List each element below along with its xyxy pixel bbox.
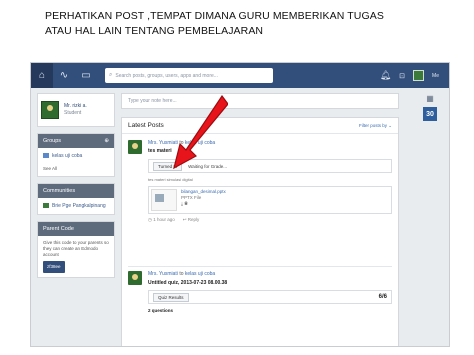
parent-code-text: Give this code to your parents so they c… <box>43 240 109 257</box>
backpack-icon[interactable]: ▭ <box>75 63 97 88</box>
communities-panel: Communities Brie Pge Pangkalpinang <box>37 183 115 215</box>
slide-title: PERHATIKAN POST ,TEMPAT DIMANA GURU MEMB… <box>45 9 384 39</box>
user-menu-label[interactable]: Me <box>432 73 439 79</box>
slide-title-line2: ATAU HAL LAIN TENTANG PEMBELAJARAN <box>45 25 264 37</box>
latest-posts-panel: Latest Posts Filter posts by ⌄ Mrs. Yusm… <box>121 117 399 346</box>
calendar-icon[interactable]: 30 <box>423 107 437 121</box>
community-icon <box>43 203 49 209</box>
attachment[interactable]: bilangan_desimal.pptx PPTX File ⤓ ◉ <box>148 186 392 214</box>
post-note: tes materi simulasi digital <box>148 177 193 182</box>
parent-code-value: zf38ee <box>43 261 65 273</box>
home-icon[interactable]: ⌂ <box>31 63 53 88</box>
profile-name[interactable]: Mr. rizki a. <box>64 103 87 110</box>
quiz-score: 6/6 <box>378 294 387 300</box>
profile-avatar <box>41 101 59 119</box>
post-author[interactable]: Mrs. Yusmiati <box>148 271 178 277</box>
grid-icon[interactable]: ▦ <box>423 93 437 103</box>
groups-header: Groups <box>43 138 62 144</box>
clock-icon: ◷ 1 hour ago <box>148 217 175 222</box>
left-sidebar: Mr. rizki a. Student Groups ⊕ kelas uji c… <box>37 93 115 284</box>
parent-code-panel: Parent Code Give this code to your paren… <box>37 221 115 278</box>
top-navigation-bar: ⌂ ∿ ▭ ⌕ Search posts, groups, users, app… <box>31 63 449 88</box>
compose-note-input[interactable]: Type your note here... <box>121 93 399 109</box>
reply-link[interactable]: ↩ Reply <box>183 217 200 223</box>
right-rail: ▦ 30 <box>423 93 437 121</box>
edmodo-window: ⌂ ∿ ▭ ⌕ Search posts, groups, users, app… <box>30 62 450 347</box>
quiz-result-bar: Quiz Results 6/6 <box>148 290 392 304</box>
add-group-icon[interactable]: ⊕ <box>104 138 109 144</box>
quiz-results-button[interactable]: Quiz Results <box>153 292 189 302</box>
profile-card[interactable]: Mr. rizki a. Student <box>37 93 115 127</box>
profile-role: Student <box>64 110 82 116</box>
search-placeholder: Search posts, groups, users, apps and mo… <box>115 72 218 79</box>
post-quiz: Mrs. Yusmiati to kelas uji coba Untitled… <box>128 266 392 313</box>
file-action-icons[interactable]: ⤓ ◉ <box>181 201 226 207</box>
teacher-avatar <box>128 140 142 154</box>
group-icon <box>43 153 49 159</box>
notifications-icon[interactable]: 🔔︎ <box>380 70 391 81</box>
community-item[interactable]: Brie Pge Pangkalpinang <box>43 202 109 210</box>
slide-title-line1: PERHATIKAN POST ,TEMPAT DIMANA GURU MEMB… <box>45 10 384 22</box>
posts-title: Latest Posts <box>128 122 164 129</box>
user-avatar[interactable] <box>413 70 425 81</box>
search-icon: ⌕ <box>109 72 113 78</box>
parent-code-header: Parent Code <box>43 226 74 232</box>
red-arrow-annotation <box>173 94 228 170</box>
main-feed: Type your note here... Latest Posts Filt… <box>121 93 399 346</box>
post-group[interactable]: kelas uji coba <box>185 271 215 277</box>
teacher-avatar <box>128 271 142 285</box>
communities-header: Communities <box>43 188 76 194</box>
quiz-title: Untitled quiz, 2013-07-23 08.00.38 <box>148 280 228 286</box>
messages-icon[interactable]: ⊡ <box>399 72 405 80</box>
file-thumbnail <box>151 189 177 211</box>
search-input[interactable]: ⌕ Search posts, groups, users, apps and … <box>105 68 273 83</box>
arrow-shape <box>173 94 228 170</box>
progress-icon[interactable]: ∿ <box>53 63 75 88</box>
filter-posts-dropdown[interactable]: Filter posts by ⌄ <box>359 123 392 129</box>
groups-panel: Groups ⊕ kelas uji coba See All <box>37 133 115 177</box>
group-item[interactable]: kelas uji coba <box>43 152 109 160</box>
see-all-link[interactable]: See All <box>43 166 109 172</box>
question-count: 2 questions <box>148 308 174 313</box>
